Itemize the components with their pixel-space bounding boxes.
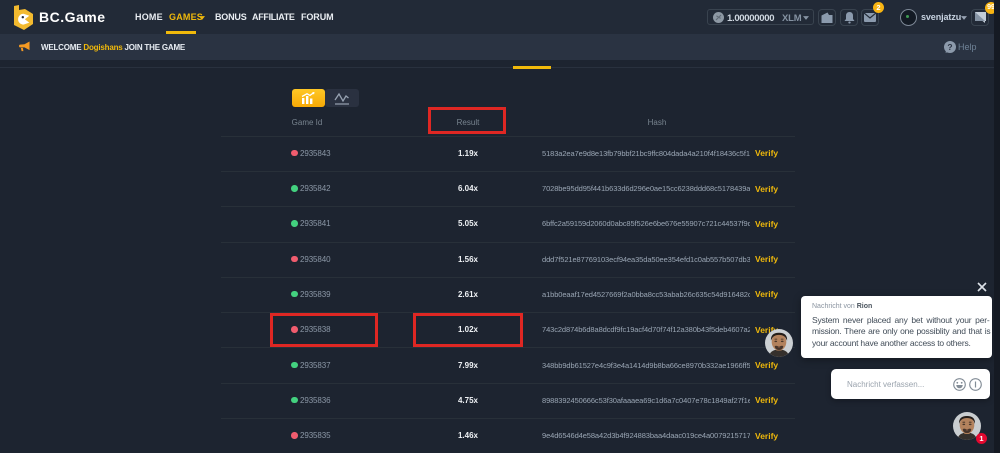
svg-text:?: ? [947,42,952,52]
